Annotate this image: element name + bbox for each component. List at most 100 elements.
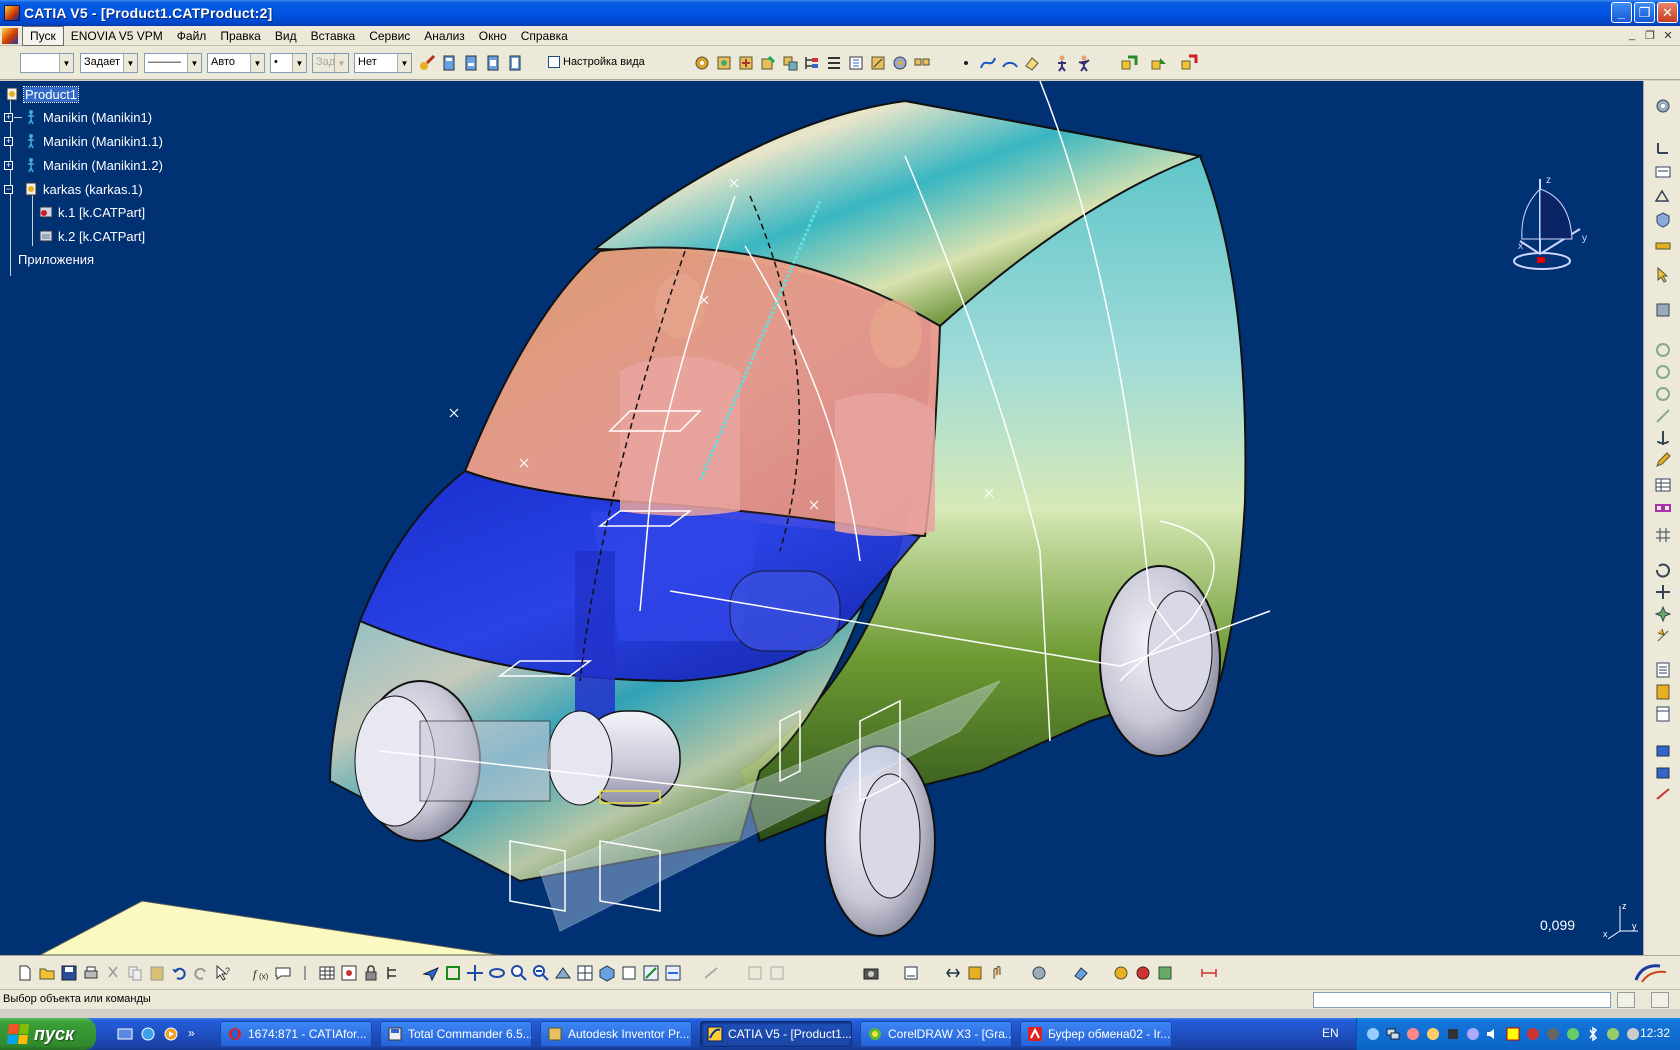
menu-view[interactable]: Вид: [268, 27, 304, 45]
sketch-icon[interactable]: [1654, 187, 1672, 205]
zoom-out-icon[interactable]: [532, 964, 550, 982]
layer-icon[interactable]: [484, 54, 502, 72]
tray-app-icon[interactable]: [1425, 1026, 1441, 1042]
explode-icon[interactable]: [1654, 605, 1672, 623]
formula-icon[interactable]: f (x): [252, 964, 270, 982]
isometric-view-icon[interactable]: [598, 964, 616, 982]
taskbar-item-irfanview[interactable]: Буфер обмена02 - Ir...: [1020, 1021, 1172, 1047]
view-mode-icon[interactable]: [620, 964, 638, 982]
link-icon[interactable]: [1654, 499, 1672, 517]
rotate-view-icon[interactable]: [488, 964, 506, 982]
transparency-combo[interactable]: Задает ▼: [80, 53, 138, 73]
tray-app-icon[interactable]: [1465, 1026, 1481, 1042]
manikin-icon[interactable]: [1053, 54, 1071, 72]
status-button[interactable]: [1651, 992, 1669, 1008]
reorder-icon[interactable]: [825, 54, 843, 72]
point-combo[interactable]: • ▼: [270, 53, 307, 73]
taskbar-item-catia[interactable]: CATIA V5 - [Product1...: [700, 1021, 852, 1047]
constraint-icon[interactable]: [1654, 341, 1672, 359]
view-setting-checkbox[interactable]: Настройка вида: [548, 56, 645, 68]
material-icon[interactable]: [1134, 964, 1152, 982]
product-icon[interactable]: [737, 54, 755, 72]
layer-icon[interactable]: [462, 54, 480, 72]
power-input-field[interactable]: [1313, 992, 1611, 1008]
align-icon[interactable]: [944, 964, 962, 982]
status-button[interactable]: [1617, 992, 1635, 1008]
menu-window[interactable]: Окно: [472, 27, 514, 45]
thickness-combo[interactable]: Авто ▼: [207, 53, 265, 73]
grid-icon[interactable]: [1654, 526, 1672, 544]
tree-item-k1[interactable]: k.1 [k.CATPart]: [38, 204, 145, 220]
layer-combo[interactable]: Зад ▼: [312, 53, 349, 73]
snap-icon[interactable]: [1654, 301, 1672, 319]
insert-part-icon[interactable]: [759, 54, 777, 72]
catalog-icon[interactable]: [1654, 683, 1672, 701]
gear-assembly-icon[interactable]: [693, 54, 711, 72]
cut-icon[interactable]: [104, 964, 122, 982]
menu-start[interactable]: Пуск: [22, 25, 64, 46]
close-button[interactable]: ✕: [1657, 2, 1678, 23]
volume-icon[interactable]: [1485, 1026, 1501, 1042]
axis-system-icon[interactable]: [1654, 139, 1672, 157]
eraser-icon[interactable]: [1072, 964, 1090, 982]
constraint-icon[interactable]: [1120, 54, 1138, 72]
fit-all-icon[interactable]: [444, 964, 462, 982]
disabled-tool-icon[interactable]: [746, 964, 764, 982]
pencil-icon[interactable]: [1654, 451, 1672, 469]
graph-tree-icon[interactable]: [803, 54, 821, 72]
replace-component-icon[interactable]: [781, 54, 799, 72]
scenes-icon[interactable]: [1654, 705, 1672, 723]
paste-icon[interactable]: [148, 964, 166, 982]
tree-item-manikin1-1[interactable]: + Manikin (Manikin1.1): [4, 133, 163, 149]
painter-icon[interactable]: [418, 54, 436, 72]
tree-root-label[interactable]: Product1: [22, 85, 80, 103]
collapse-minus-icon[interactable]: −: [4, 184, 13, 194]
manikin-tools-icon[interactable]: [1654, 785, 1672, 803]
manikin-posture-icon[interactable]: [1075, 54, 1093, 72]
expand-plus-icon[interactable]: +: [4, 136, 13, 146]
select-arrow-icon[interactable]: [1654, 266, 1672, 284]
manage-representations-icon[interactable]: [891, 54, 909, 72]
manikin-tools-icon[interactable]: [1654, 763, 1672, 781]
tray-app-icon[interactable]: [1365, 1026, 1381, 1042]
tray-app-icon[interactable]: [1505, 1026, 1521, 1042]
numbering-icon[interactable]: [847, 54, 865, 72]
tree-item-label[interactable]: Manikin (Manikin1): [43, 110, 152, 125]
table-icon[interactable]: [1654, 476, 1672, 494]
bill-of-material-icon[interactable]: [1654, 661, 1672, 679]
print-icon[interactable]: [82, 964, 100, 982]
checkbox-box[interactable]: [548, 56, 560, 68]
taskbar-item-catiaforum[interactable]: 1674:871 - CATIAfor...: [220, 1021, 372, 1047]
tree-item-manikin1-2[interactable]: + Manikin (Manikin1.2): [4, 157, 163, 173]
tree-item-label[interactable]: karkas (karkas.1): [43, 182, 143, 197]
internet-explorer-icon[interactable]: [140, 1026, 156, 1042]
hand-icon[interactable]: [988, 964, 1006, 982]
media-player-icon[interactable]: [163, 1026, 179, 1042]
menu-help[interactable]: Справка: [514, 27, 575, 45]
comment-icon[interactable]: [274, 964, 292, 982]
multi-instantiation-icon[interactable]: [913, 54, 931, 72]
hide-show-icon[interactable]: [642, 964, 660, 982]
measure-inertia-icon[interactable]: [296, 964, 314, 982]
structure-icon[interactable]: [384, 964, 402, 982]
taskbar-item-total-commander[interactable]: Total Commander 6.5...: [380, 1021, 532, 1047]
constraint-icon[interactable]: [1654, 363, 1672, 381]
measure-icon[interactable]: [1654, 235, 1672, 253]
fly-mode-icon[interactable]: [422, 964, 440, 982]
anchor-icon[interactable]: [1654, 429, 1672, 447]
menu-enovia[interactable]: ENOVIA V5 VPM: [64, 27, 170, 45]
tray-app-icon[interactable]: [1625, 1026, 1641, 1042]
zoom-in-icon[interactable]: [510, 964, 528, 982]
tree-item-label[interactable]: Manikin (Manikin1.2): [43, 158, 163, 173]
doc-restore-button[interactable]: ❐: [1642, 28, 1658, 42]
render-icon[interactable]: [1112, 964, 1130, 982]
spline-icon[interactable]: [979, 54, 997, 72]
tree-item-manikin1[interactable]: + Manikin (Manikin1): [4, 109, 152, 125]
new-document-icon[interactable]: [16, 964, 34, 982]
point-icon[interactable]: [957, 54, 975, 72]
eraser-icon[interactable]: [1023, 54, 1041, 72]
catia-app-icon[interactable]: [4, 5, 20, 21]
minimize-button[interactable]: _: [1611, 2, 1632, 23]
maximize-button[interactable]: ❐: [1634, 2, 1655, 23]
expand-plus-icon[interactable]: +: [4, 112, 13, 122]
